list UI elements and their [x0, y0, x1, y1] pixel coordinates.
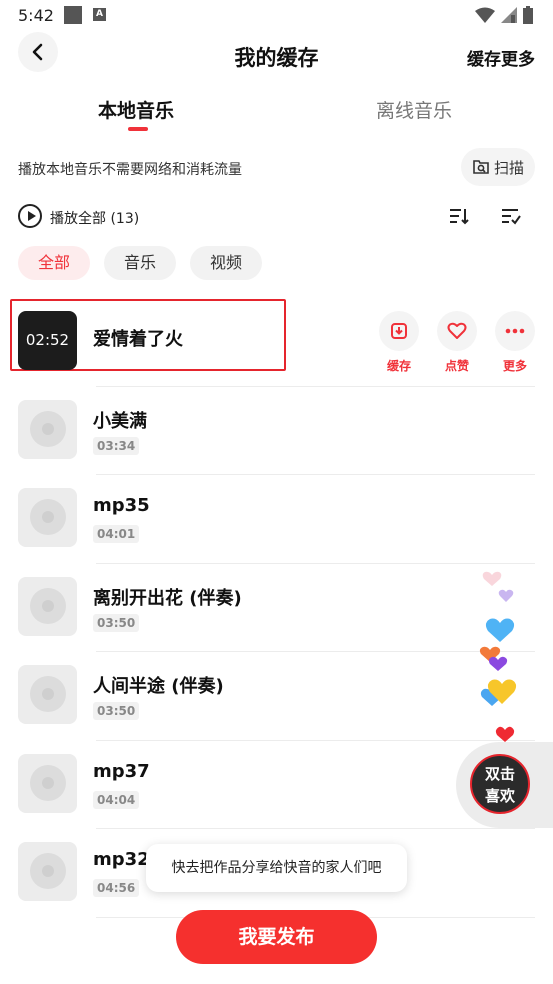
- music-thumbnail: [18, 842, 77, 901]
- more-action-label: 更多: [502, 359, 527, 373]
- tab-local-music[interactable]: 本地音乐: [98, 96, 174, 123]
- play-all-label: 播放全部: [50, 211, 106, 227]
- disc-icon: [30, 764, 66, 801]
- song-title: 小美满: [93, 410, 147, 432]
- song-row[interactable]: 离别开出花 (伴奏) 03:50: [0, 564, 553, 652]
- chip-video[interactable]: 视频: [190, 246, 263, 280]
- more-action-button[interactable]: 更多: [494, 311, 536, 374]
- signal-icon: [501, 7, 517, 23]
- like-action-button[interactable]: 点赞: [436, 311, 478, 374]
- song-title: mp35: [93, 495, 150, 516]
- tab-indicator: [128, 127, 148, 131]
- play-all-count: (13): [110, 211, 140, 227]
- filter-chips: 全部 音乐 视频: [18, 246, 263, 280]
- song-title: 人间半途 (伴奏): [93, 676, 224, 697]
- share-tooltip: 快去把作品分享给快音的家人们吧: [146, 844, 407, 892]
- music-thumbnail: [18, 576, 77, 636]
- chip-all[interactable]: 全部: [18, 246, 91, 280]
- song-duration: 03:50: [93, 613, 140, 632]
- like-line-2: 喜欢: [484, 787, 515, 805]
- chip-music[interactable]: 音乐: [104, 246, 177, 280]
- song-title: mp32: [93, 849, 150, 870]
- song-duration: 04:04: [93, 790, 140, 809]
- music-thumbnail: [18, 753, 77, 813]
- song-row[interactable]: 小美满 03:34: [0, 387, 553, 475]
- song-row[interactable]: mp35 04:01: [0, 475, 553, 564]
- song-duration: 03:34: [93, 436, 140, 455]
- disc-icon: [30, 676, 66, 712]
- disc-icon: [30, 499, 66, 535]
- like-circle: 双击 喜欢: [470, 754, 530, 814]
- status-icons: [475, 6, 533, 24]
- song-row[interactable]: 02:52 爱情着了火 缓存 点赞 更多: [0, 298, 553, 387]
- song-title: mp37: [93, 760, 150, 782]
- music-thumbnail: [18, 399, 77, 459]
- like-action-label: 点赞: [444, 359, 469, 373]
- status-bar: 5:42 A: [0, 0, 553, 32]
- music-thumbnail: [18, 488, 77, 547]
- sort-icon[interactable]: [448, 206, 470, 226]
- battery-icon: [523, 6, 533, 24]
- info-row: 播放本地音乐不需要网络和消耗流量 扫描: [0, 148, 553, 188]
- download-icon: [391, 323, 407, 339]
- song-duration: 04:56: [93, 879, 140, 897]
- wifi-icon: [475, 7, 495, 23]
- song-title: 离别开出花 (伴奏): [93, 587, 242, 609]
- song-list: 02:52 爱情着了火 缓存 点赞 更多 小美满 03:34 mp35 04:0…: [0, 298, 553, 918]
- tab-offline-music[interactable]: 离线音乐: [376, 96, 452, 123]
- multi-select-icon[interactable]: [500, 206, 522, 226]
- song-row[interactable]: 人间半途 (伴奏) 03:50: [0, 652, 553, 741]
- cache-action-button[interactable]: 缓存: [378, 311, 420, 374]
- disc-icon: [30, 587, 66, 624]
- publish-button[interactable]: 我要发布: [176, 910, 377, 964]
- scan-button[interactable]: 扫描: [461, 148, 535, 186]
- disc-icon: [30, 410, 66, 447]
- thumbnail-duration: 02:52: [25, 331, 70, 349]
- song-title: 爱情着了火: [93, 329, 183, 350]
- notification-icon: [64, 6, 82, 24]
- more-icon: [505, 328, 525, 334]
- header: 我的缓存 缓存更多: [0, 32, 553, 82]
- song-duration: 03:50: [93, 702, 140, 720]
- cache-more-button[interactable]: 缓存更多: [467, 45, 535, 70]
- accessibility-icon: A: [93, 8, 106, 21]
- play-all-row: 播放全部 (13): [0, 200, 553, 234]
- scan-label: 扫描: [493, 158, 524, 177]
- scan-icon: [473, 160, 489, 174]
- info-text: 播放本地音乐不需要网络和消耗流量: [18, 162, 242, 178]
- song-duration: 04:01: [93, 525, 140, 543]
- tab-bar: 本地音乐 离线音乐: [0, 92, 553, 138]
- play-circle-icon[interactable]: [18, 204, 42, 228]
- status-time: 5:42: [18, 6, 54, 25]
- video-thumbnail: 02:52: [18, 311, 77, 370]
- cache-action-label: 缓存: [386, 359, 411, 373]
- music-thumbnail: [18, 665, 77, 724]
- play-all-button[interactable]: 播放全部 (13): [50, 208, 139, 228]
- floating-hearts: [479, 571, 517, 742]
- like-line-1: 双击: [484, 765, 515, 783]
- double-tap-like-widget[interactable]: 双击 喜欢: [456, 742, 553, 828]
- heart-icon: [447, 322, 467, 339]
- disc-icon: [30, 853, 66, 889]
